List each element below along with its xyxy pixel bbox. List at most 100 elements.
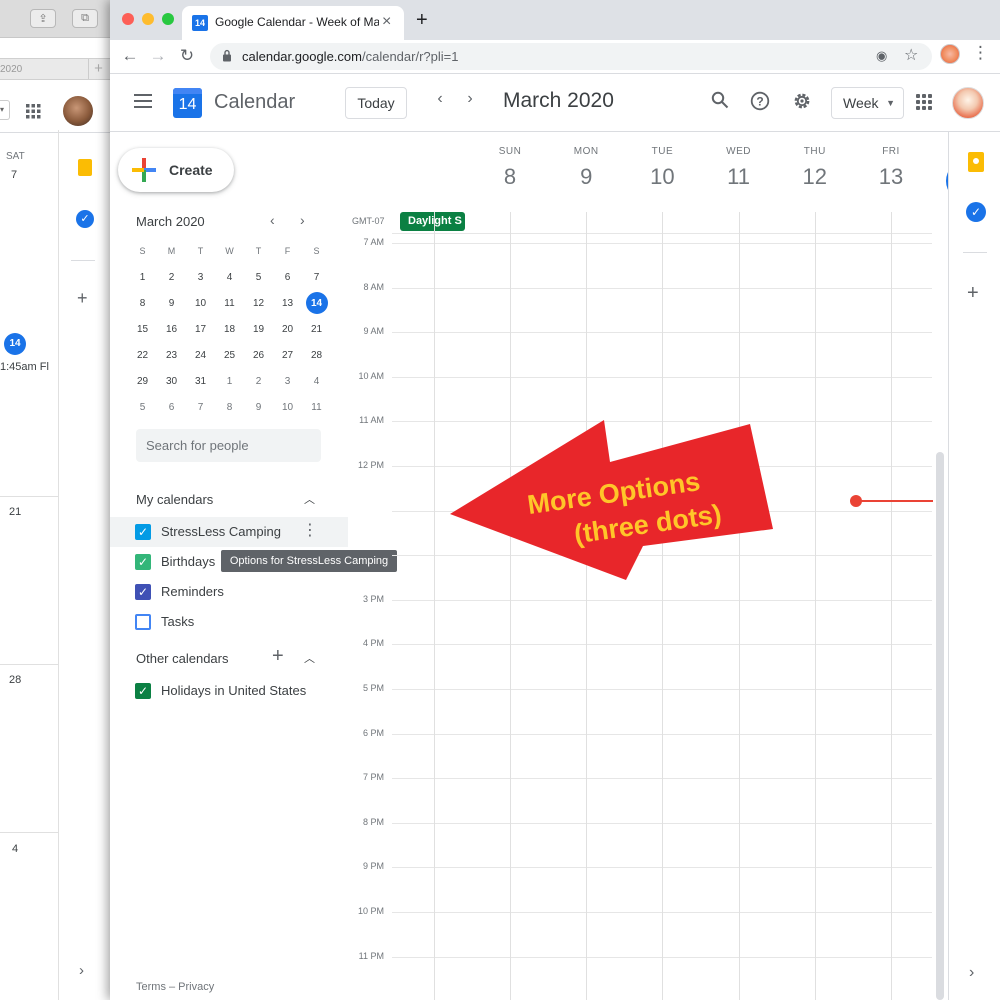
mini-day[interactable]: 9 (157, 290, 186, 316)
back-icon[interactable]: ← (118, 44, 142, 68)
today-button[interactable]: Today (345, 87, 407, 119)
mini-day[interactable]: 13 (273, 290, 302, 316)
search-icon[interactable] (708, 91, 732, 115)
checkbox-icon[interactable] (135, 614, 151, 630)
mini-day[interactable]: 6 (157, 394, 186, 420)
next-period-icon[interactable]: › (460, 90, 480, 108)
add-icon[interactable]: + (77, 288, 88, 309)
eye-icon[interactable]: ◉ (876, 48, 887, 64)
mini-day[interactable]: 26 (244, 342, 273, 368)
mini-day[interactable]: 25 (215, 342, 244, 368)
close-tab-icon[interactable]: × (382, 13, 391, 31)
day-number[interactable]: 12 (777, 164, 853, 190)
keep-icon[interactable] (78, 159, 92, 176)
create-button[interactable]: Create (118, 148, 234, 192)
collapse-caret-icon[interactable]: ︿ (304, 650, 315, 666)
share-icon[interactable]: ⇪ (30, 9, 56, 28)
day-header[interactable]: MON 9 (548, 146, 624, 190)
mini-day[interactable]: 23 (157, 342, 186, 368)
mini-day[interactable]: 10 (186, 290, 215, 316)
mini-day[interactable]: 12 (244, 290, 273, 316)
app-name[interactable]: Calendar (214, 91, 295, 114)
mini-day[interactable]: 11 (302, 394, 331, 420)
browser-profile-avatar[interactable] (940, 44, 960, 64)
my-calendars-title[interactable]: My calendars (136, 492, 213, 507)
minimize-window-button[interactable] (142, 13, 154, 25)
settings-gear-icon[interactable] (790, 91, 814, 115)
forward-icon[interactable]: → (146, 44, 170, 68)
day-header[interactable]: SUN 8 (472, 146, 548, 190)
mini-day[interactable]: 24 (186, 342, 215, 368)
mini-day[interactable]: 8 (215, 394, 244, 420)
mini-prev-month-icon[interactable]: ‹ (270, 212, 275, 228)
mini-day[interactable]: 6 (273, 264, 302, 290)
chevron-right-icon[interactable]: › (79, 962, 84, 979)
mini-day[interactable]: 3 (273, 368, 302, 394)
all-day-event[interactable]: Daylight S (400, 212, 465, 231)
account-avatar[interactable] (952, 87, 984, 119)
mini-day[interactable]: 16 (157, 316, 186, 342)
add-calendar-icon[interactable]: + (272, 645, 284, 668)
calendar-item-reminders[interactable]: ✓ Reminders (110, 577, 348, 607)
day-number[interactable]: 9 (548, 164, 624, 190)
add-addon-icon[interactable]: + (967, 282, 979, 305)
previous-period-icon[interactable]: ‹ (430, 90, 450, 108)
new-tab-icon[interactable]: + (88, 59, 108, 79)
mini-day[interactable]: 5 (244, 264, 273, 290)
mini-day[interactable]: 28 (302, 342, 331, 368)
day-number[interactable]: 11 (701, 164, 777, 190)
search-people-input[interactable] (136, 429, 321, 462)
mini-day[interactable]: 4 (302, 368, 331, 394)
close-window-button[interactable] (122, 13, 134, 25)
apps-grid-icon[interactable] (26, 104, 41, 119)
tasks-icon[interactable]: ✓ (966, 202, 986, 222)
reload-icon[interactable]: ↻ (175, 44, 199, 68)
mini-day[interactable]: 5 (128, 394, 157, 420)
collapse-caret-icon[interactable]: ︿ (304, 491, 315, 507)
day-header[interactable]: TUE 10 (624, 146, 700, 190)
google-apps-icon[interactable] (916, 94, 932, 110)
mini-day[interactable]: 2 (244, 368, 273, 394)
checkbox-icon[interactable]: ✓ (135, 683, 151, 699)
mini-day[interactable]: 8 (128, 290, 157, 316)
browser-tab[interactable]: 14 Google Calendar - Week of Marc × (182, 6, 404, 40)
checkbox-icon[interactable]: ✓ (135, 524, 151, 540)
main-menu-icon[interactable] (134, 94, 152, 108)
avatar[interactable] (63, 96, 93, 126)
mini-day[interactable]: 9 (244, 394, 273, 420)
day-header[interactable]: FRI 13 (853, 146, 929, 190)
mini-day[interactable]: 29 (128, 368, 157, 394)
other-calendars-title[interactable]: Other calendars (136, 651, 229, 666)
event-chip[interactable]: 1:45am Fl (0, 361, 49, 373)
mini-day[interactable]: 31 (186, 368, 215, 394)
calendar-item-tasks[interactable]: Tasks (110, 607, 348, 637)
browser-menu-icon[interactable]: ⋮ (972, 43, 989, 63)
mini-day[interactable]: 19 (244, 316, 273, 342)
mini-day[interactable]: 7 (186, 394, 215, 420)
mini-day[interactable]: 1 (215, 368, 244, 394)
view-select-fragment[interactable]: ▾ (0, 100, 10, 120)
mini-day[interactable]: 30 (157, 368, 186, 394)
mini-day[interactable]: 18 (215, 316, 244, 342)
grid-scrollbar[interactable] (936, 452, 944, 1000)
background-tab[interactable]: 2020 (0, 64, 22, 75)
mini-day[interactable]: 17 (186, 316, 215, 342)
help-icon[interactable]: ? (748, 91, 772, 115)
calendar-item-stressless-camping[interactable]: ✓ StressLess Camping ⋮ (110, 517, 348, 547)
mini-day[interactable]: 10 (273, 394, 302, 420)
address-bar[interactable]: calendar.google.com/calendar/r?pli=1 ◉ ☆ (210, 43, 932, 70)
mini-day[interactable]: 2 (157, 264, 186, 290)
today-marker[interactable]: 14 (4, 333, 26, 355)
tasks-icon[interactable]: ✓ (76, 210, 94, 228)
mini-day[interactable]: 27 (273, 342, 302, 368)
mini-next-month-icon[interactable]: › (300, 212, 305, 228)
keep-icon[interactable] (968, 152, 984, 172)
mini-day[interactable]: 21 (302, 316, 331, 342)
day-number[interactable]: 10 (624, 164, 700, 190)
mini-day[interactable]: 4 (215, 264, 244, 290)
new-tab-icon[interactable]: + (416, 9, 428, 32)
checkbox-icon[interactable]: ✓ (135, 584, 151, 600)
day-number[interactable]: 8 (472, 164, 548, 190)
mini-day[interactable]: 15 (128, 316, 157, 342)
day-header[interactable]: WED 11 (701, 146, 777, 190)
